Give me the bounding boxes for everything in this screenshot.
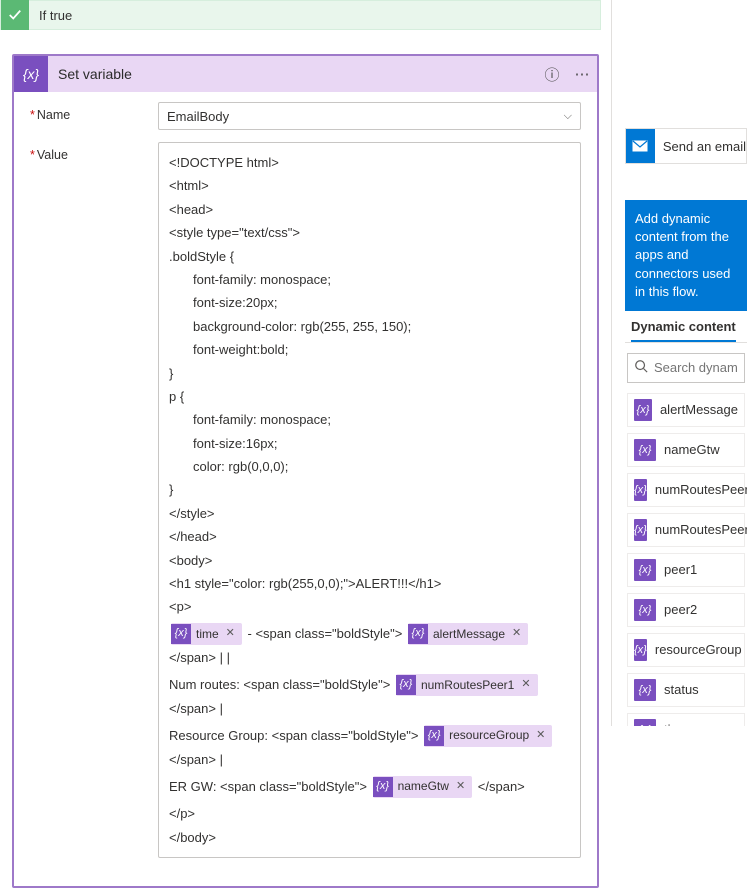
chevron-down-icon: ⌵: [564, 110, 572, 123]
token-time[interactable]: {x}time✕: [171, 623, 242, 645]
dynamic-item-peer1[interactable]: {x} peer1: [627, 553, 745, 587]
dynamic-item-resourcegroup[interactable]: {x} resourceGroup: [627, 633, 745, 667]
dynamic-item-label: time: [664, 722, 689, 726]
dynamic-search[interactable]: [627, 353, 745, 383]
variable-token-icon: {x}: [373, 777, 393, 797]
name-label: *Name: [30, 102, 158, 122]
dynamic-item-label: resourceGroup: [655, 642, 742, 657]
dynamic-item-status[interactable]: {x} status: [627, 673, 745, 707]
token-alertmessage[interactable]: {x}alertMessage✕: [408, 623, 528, 645]
set-variable-card: {x} Set variable ⓘ ⋯ *Name EmailBody ⌵ *…: [12, 54, 599, 888]
variable-icon: {x}: [634, 519, 647, 541]
variable-icon: {x}: [634, 639, 647, 661]
check-icon: [1, 0, 29, 30]
remove-token-icon[interactable]: ✕: [509, 624, 524, 644]
dynamic-item-alertmessage[interactable]: {x} alertMessage: [627, 393, 745, 427]
token-resourcegroup[interactable]: {x}resourceGroup✕: [424, 725, 552, 747]
variable-icon: {x}: [634, 719, 656, 726]
variable-icon: {x}: [634, 439, 656, 461]
dynamic-search-input[interactable]: [654, 360, 738, 375]
if-true-label: If true: [29, 8, 72, 23]
dynamic-content-panel: Add dynamic content from the apps and co…: [625, 200, 747, 726]
send-email-label: Send an email: [655, 139, 746, 154]
remove-token-icon[interactable]: ✕: [453, 777, 468, 797]
variable-icon: {x}: [634, 559, 656, 581]
dynamic-content-header: Add dynamic content from the apps and co…: [625, 200, 747, 311]
card-title: Set variable: [48, 66, 537, 82]
outlook-icon: [626, 128, 655, 164]
remove-token-icon[interactable]: ✕: [533, 726, 548, 746]
tab-dynamic-content[interactable]: Dynamic content: [631, 319, 736, 342]
dynamic-item-label: numRoutesPeer2: [655, 522, 747, 537]
variable-icon: {x}: [634, 479, 647, 501]
info-icon[interactable]: ⓘ: [537, 64, 567, 85]
dynamic-item-label: alertMessage: [660, 402, 738, 417]
search-icon: [634, 359, 648, 376]
if-true-header[interactable]: If true: [0, 0, 601, 30]
dynamic-item-numroutespeer1[interactable]: {x} numRoutesPeer1: [627, 473, 745, 507]
remove-token-icon[interactable]: ✕: [518, 675, 533, 695]
dynamic-item-label: nameGtw: [664, 442, 720, 457]
dynamic-item-time[interactable]: {x} time: [627, 713, 745, 726]
variable-icon: {x}: [14, 56, 48, 92]
value-label: *Value: [30, 142, 158, 162]
variable-token-icon: {x}: [396, 675, 416, 695]
dynamic-item-peer2[interactable]: {x} peer2: [627, 593, 745, 627]
variable-token-icon: {x}: [408, 624, 428, 644]
card-header[interactable]: {x} Set variable ⓘ ⋯: [14, 56, 597, 92]
variable-token-icon: {x}: [171, 624, 191, 644]
variable-icon: {x}: [634, 399, 652, 421]
variable-token-icon: {x}: [424, 726, 444, 746]
name-value: EmailBody: [167, 109, 229, 124]
variable-icon: {x}: [634, 599, 656, 621]
token-numroutespeer1[interactable]: {x}numRoutesPeer1✕: [396, 674, 538, 696]
dynamic-item-numroutespeer2[interactable]: {x} numRoutesPeer2: [627, 513, 745, 547]
variable-icon: {x}: [634, 679, 656, 701]
token-namegtw[interactable]: {x}nameGtw✕: [373, 776, 473, 798]
send-email-action[interactable]: Send an email: [625, 128, 747, 164]
dynamic-item-label: peer1: [664, 562, 697, 577]
value-editor[interactable]: <!DOCTYPE html> <html> <head> <style typ…: [158, 142, 581, 858]
dynamic-item-label: peer2: [664, 602, 697, 617]
name-select[interactable]: EmailBody ⌵: [158, 102, 581, 130]
remove-token-icon[interactable]: ✕: [223, 624, 238, 644]
more-menu-icon[interactable]: ⋯: [567, 65, 597, 83]
dynamic-item-label: numRoutesPeer1: [655, 482, 747, 497]
dynamic-item-namegtw[interactable]: {x} nameGtw: [627, 433, 745, 467]
dynamic-item-label: status: [664, 682, 699, 697]
